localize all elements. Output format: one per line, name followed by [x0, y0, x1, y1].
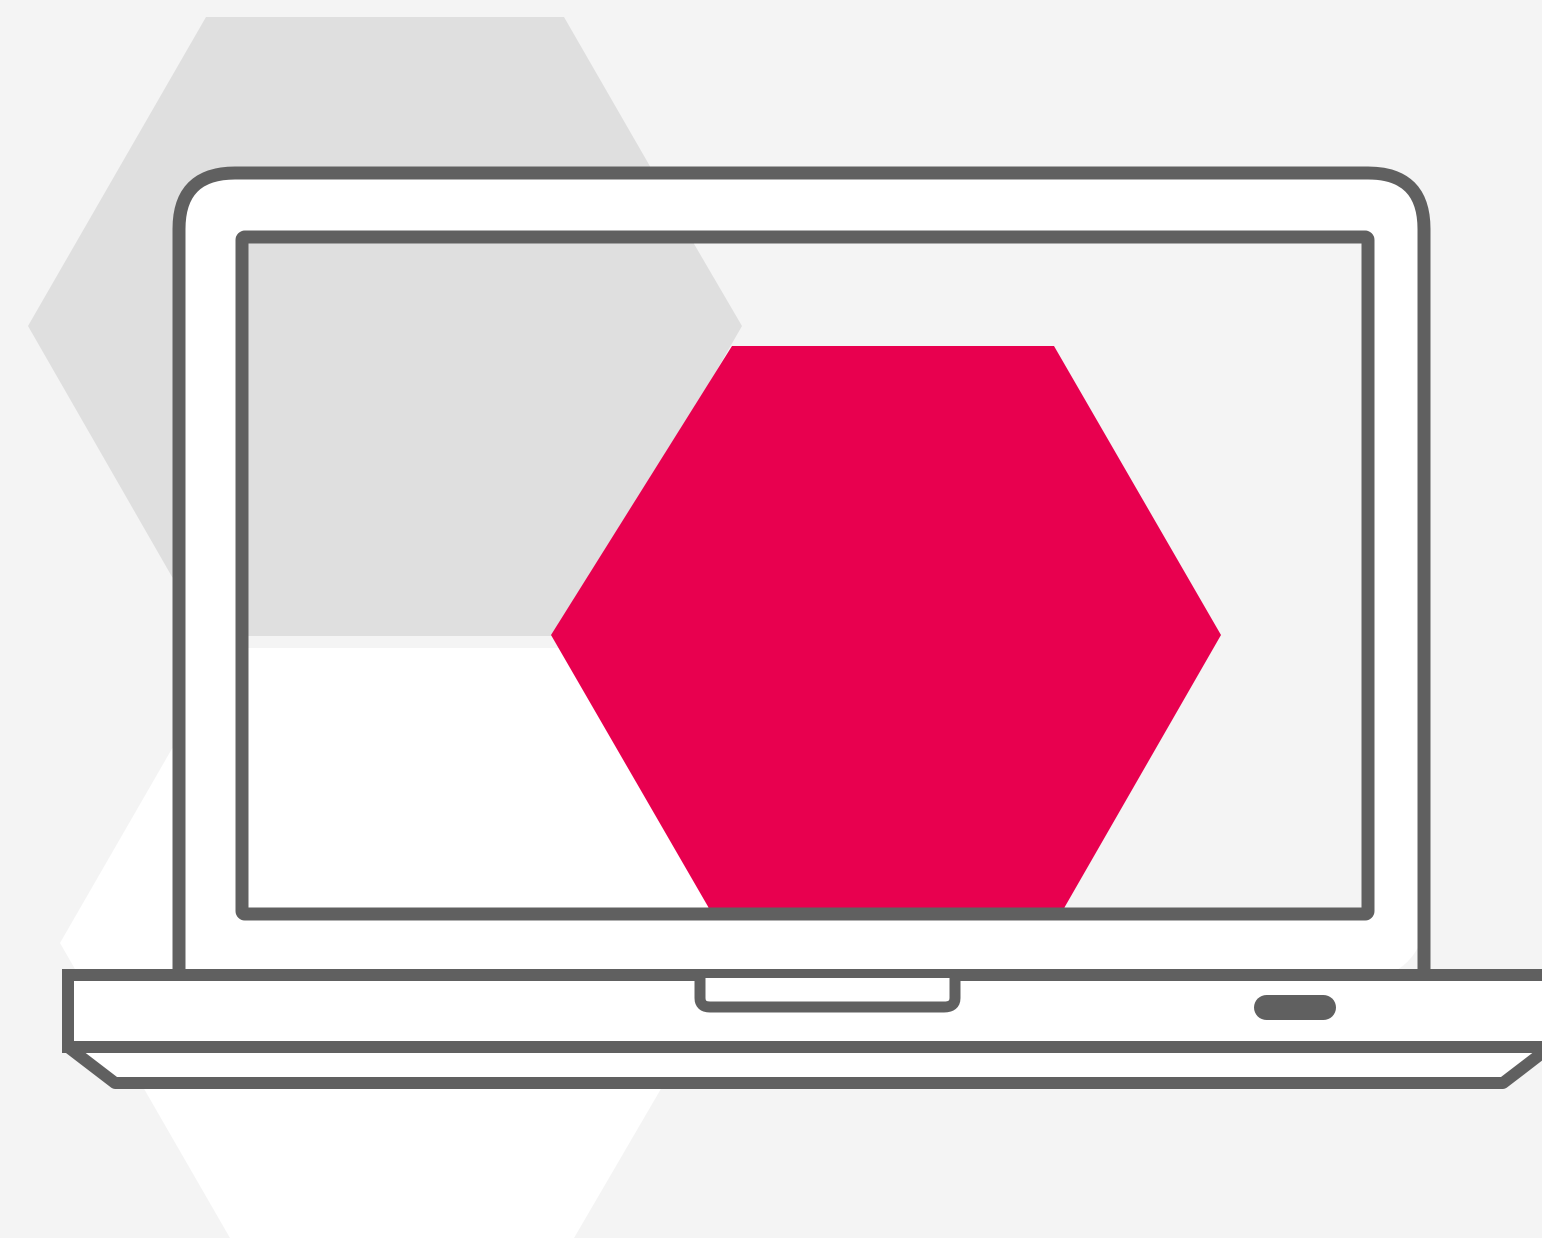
- laptop-base-bottom: [62, 1041, 1542, 1089]
- laptop-hexagon-illustration: [0, 0, 1542, 1238]
- trackpad-notch: [694, 978, 961, 1013]
- laptop-base: [62, 969, 1542, 1089]
- power-indicator: [1254, 995, 1336, 1020]
